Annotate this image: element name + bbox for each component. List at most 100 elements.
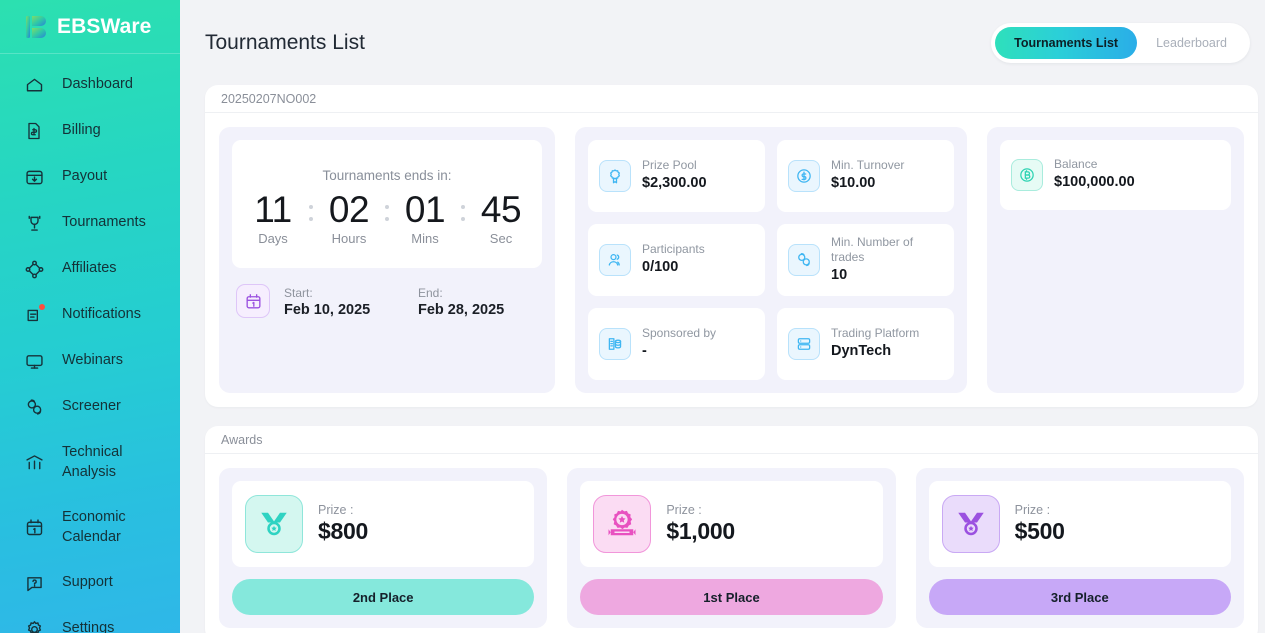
app-root: EBSWare Dashboard Billing Payout Tournam… [0,0,1265,633]
place-button-2nd[interactable]: 2nd Place [232,579,535,615]
sidebar-item-webinars[interactable]: Webinars [0,338,180,384]
countdown-segment-sec: 45 Sec [471,189,531,246]
balance-value: $100,000.00 [1054,174,1135,191]
sidebar-item-affiliates[interactable]: Affiliates [0,246,180,292]
sidebar-item-label: Economic Calendar [62,508,126,545]
tournament-id: 20250207NO002 [205,85,1258,113]
sidebar-item-label: Tournaments [62,214,146,231]
medal-icon [941,495,1000,553]
sidebar-item-screener[interactable]: Screener [0,384,180,430]
topbar: Tournaments List Tournaments List Leader… [205,0,1258,85]
countdown-sec-label: Sec [489,231,513,247]
stat-value: $2,300.00 [642,175,707,192]
main-content: Tournaments List Tournaments List Leader… [180,0,1265,633]
awards-body: Prize : $800 2nd Place Prize: $1,000 1s… [205,454,1258,633]
countdown-lead-text: Tournaments ends in: [322,168,452,183]
sidebar-item-label: Screener [62,398,121,415]
gear-icon [22,617,46,633]
sidebar-item-label: Billing [62,122,101,139]
tournament-dates: Start: Feb 10, 2025 End: Feb 28, 2025 [232,268,542,322]
stat-value: $10.00 [831,175,876,192]
medal-icon [245,495,303,553]
award-top-2nd: Prize : $800 [232,481,535,567]
stat-label: Participants [642,242,705,257]
stat-label: Trading Platform [831,326,920,341]
stat-prize-pool: Prize Pool $2,300.00 [588,140,765,212]
countdown-days-label: Days [258,231,288,247]
award-top-3rd: Prize : $500 [928,481,1231,567]
support-chat-question-icon [22,571,46,595]
countdown-mins-value: 01 [404,189,446,230]
sidebar-item-notifications[interactable]: Notifications [0,292,180,338]
billing-document-icon [22,119,46,143]
award-top-1st: Prize : $1,000 [580,481,883,567]
sidebar-item-label: Payout [62,168,108,185]
notification-badge [39,304,45,310]
tournament-panel-body: Tournaments ends in: 11 Days 02 Hours 01… [205,113,1258,407]
sidebar-item-label: Affiliates [62,260,117,277]
balance-section: Balance $100,000.00 [987,127,1244,393]
sidebar: EBSWare Dashboard Billing Payout Tournam… [0,0,180,633]
sidebar-item-dashboard[interactable]: Dashboard [0,62,180,108]
stat-min-number-of-trades: Min. Number of trades 10 [777,224,954,296]
sidebar-item-payout[interactable]: Payout [0,154,180,200]
start-date-value: Feb 10, 2025 [284,301,371,318]
countdown-inner: Tournaments ends in: 11 Days 02 Hours 01… [232,140,542,269]
sidebar-item-billing[interactable]: Billing [0,108,180,154]
prize-label: Prize : [318,503,354,517]
bitcoin-icon [1011,159,1043,191]
award-card-1st: Prize : $1,000 1st Place [567,468,896,628]
sidebar-item-label: Settings [62,620,115,633]
calendar-number-icon [22,516,46,540]
users-icon [599,244,631,276]
end-date-label: End: [418,286,443,301]
countdown-days-value: 11 [254,189,292,230]
place-button-3rd[interactable]: 3rd Place [928,579,1231,615]
countdown-hours-value: 02 [328,189,370,230]
trophy-icon [22,211,46,235]
trades-exchange-icon [788,244,820,276]
brand-logo[interactable]: EBSWare [0,0,180,54]
sidebar-item-tournaments[interactable]: Tournaments [0,200,180,246]
start-date-label: Start: [284,286,313,301]
calendar-number-icon [236,284,270,319]
countdown-card: Tournaments ends in: 11 Days 02 Hours 01… [219,127,555,393]
sidebar-item-label: Notifications [62,306,141,323]
award-card-3rd: Prize : $500 3rd Place [915,468,1244,628]
countdown-hours-label: Hours [331,231,367,247]
prize-value: $800 [318,518,368,544]
sidebar-item-support[interactable]: Support [0,560,180,606]
sidebar-item-economic-calendar[interactable]: Economic Calendar [0,495,180,560]
monitor-icon [22,349,46,373]
countdown-segment-days: 11 Days [243,189,303,246]
tournament-stats-grid: Prize Pool $2,300.00 Min. Turnover $10.0… [575,127,967,393]
sidebar-item-label: Technical Analysis [62,443,123,480]
dollar-coin-icon [788,160,820,192]
place-button-1st[interactable]: 1st Place [580,579,883,615]
sidebar-item-technical-analysis[interactable]: Technical Analysis [0,430,180,495]
tab-leaderboard[interactable]: Leaderboard [1137,27,1246,59]
stat-balance: Balance $100,000.00 [1000,140,1231,210]
balance-label: Balance [1054,157,1098,172]
rosette-badge-icon [593,495,652,553]
countdown-sec-value: 45 [480,189,522,230]
countdown-separator [455,189,471,221]
stat-label: Min. Turnover [831,158,905,173]
sidebar-item-label: Dashboard [62,76,133,93]
awards-panel: Awards Prize: $800 2nd Place Prize: $1… [205,426,1258,633]
countdown-segment-mins: 01 Mins [395,189,455,246]
prize-label: Prize : [666,503,702,517]
stat-value: - [642,343,647,360]
stat-label: Min. Number of trades [831,234,914,265]
awards-section-label: Awards [205,426,1258,454]
end-date-value: Feb 28, 2025 [418,301,505,318]
ebsware-logo-icon [26,15,48,39]
sidebar-item-settings[interactable]: Settings [0,606,180,633]
tab-tournaments-list[interactable]: Tournaments List [995,26,1138,59]
sponsor-coins-icon [599,328,631,360]
sidebar-item-label: Support [62,574,113,591]
tournament-panel: 20250207NO002 Tournaments ends in: 11 Da… [205,85,1258,407]
end-date-group: End: Feb 28, 2025 [418,285,538,317]
payout-inbox-icon [22,165,46,189]
prize-value: $500 [1014,518,1065,544]
